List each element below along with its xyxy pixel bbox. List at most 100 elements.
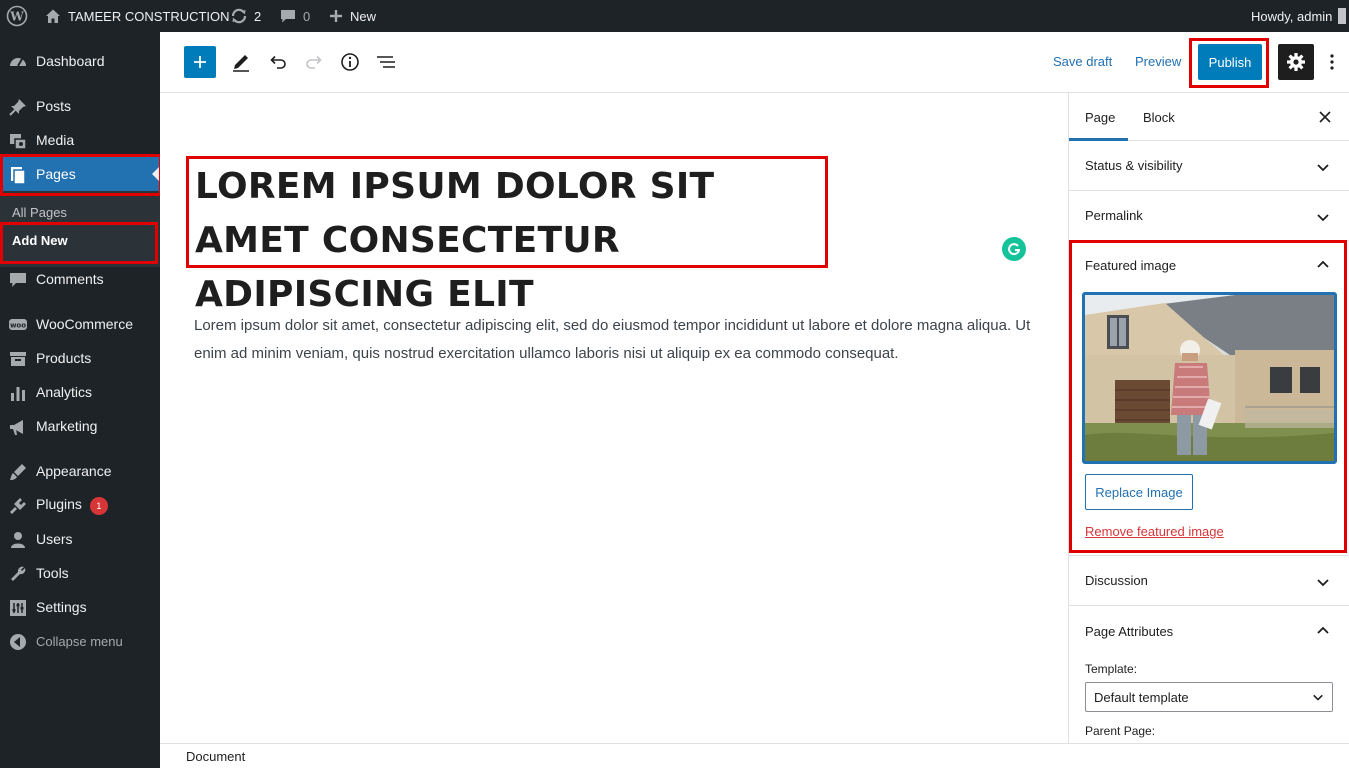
submenu-add-new[interactable]: Add New (12, 233, 68, 248)
sidebar-item-woocommerce[interactable]: woo WooCommerce (0, 307, 160, 341)
template-select-value: Default template (1094, 690, 1189, 705)
add-block-button[interactable] (184, 46, 216, 78)
dashboard-icon (10, 58, 26, 67)
replace-image-button[interactable]: Replace Image (1085, 474, 1193, 510)
grammarly-icon[interactable] (1002, 237, 1026, 261)
panel-title[interactable]: Featured image (1085, 258, 1176, 273)
template-label: Template: (1085, 662, 1138, 676)
sidebar-item-media[interactable]: Media (0, 123, 160, 157)
block-breadcrumb[interactable]: Document (186, 749, 245, 764)
current-arrow-icon (152, 166, 160, 182)
sliders-icon (10, 600, 26, 616)
sidebar-item-posts[interactable]: Posts (0, 89, 160, 123)
panel-featured-image: Featured image Replace Image Remove feat… (1069, 241, 1349, 556)
close-settings-button[interactable] (1316, 108, 1334, 126)
account-menu[interactable]: Howdy, admin (1251, 0, 1347, 32)
sidebar-item-label: Users (36, 531, 73, 547)
site-name: TAMEER CONSTRUCTION (68, 8, 230, 24)
panel-discussion[interactable]: Discussion (1069, 556, 1349, 606)
avatar (1338, 8, 1347, 24)
sidebar-item-label: Media (36, 132, 75, 148)
sidebar-item-marketing[interactable]: Marketing (0, 409, 160, 443)
sidebar-item-users[interactable]: Users (0, 522, 160, 556)
panel-title: Permalink (1085, 208, 1143, 223)
sidebar-item-appearance[interactable]: Appearance (0, 454, 160, 488)
wrench-icon (11, 566, 26, 581)
more-vertical-icon (1330, 54, 1334, 70)
new-content-link[interactable]: New (328, 0, 376, 32)
site-name-link[interactable]: TAMEER CONSTRUCTION (44, 0, 230, 32)
sidebar-item-label: Pages (36, 166, 76, 182)
plugin-icon (10, 498, 26, 514)
redo-button[interactable] (298, 46, 330, 78)
sidebar-item-comments[interactable]: Comments (0, 262, 160, 296)
chevron-down-icon (1313, 694, 1323, 701)
page-title[interactable]: LOREM IPSUM DOLOR SIT AMET CONSECTETUR A… (195, 160, 815, 322)
more-options-button[interactable] (1318, 46, 1346, 78)
plugins-update-badge: 1 (89, 496, 108, 515)
editor-canvas: LOREM IPSUM DOLOR SIT AMET CONSECTETUR A… (160, 93, 1068, 743)
publish-button[interactable]: Publish (1198, 44, 1262, 80)
pin-icon (9, 99, 26, 116)
replace-image-label: Replace Image (1095, 484, 1183, 500)
sidebar-item-analytics[interactable]: Analytics (0, 375, 160, 409)
sidebar-item-tools[interactable]: Tools (0, 556, 160, 590)
paragraph-block[interactable]: Lorem ipsum dolor sit amet, consectetur … (194, 312, 1034, 368)
comment-bubble-icon (281, 10, 295, 23)
chevron-down-icon (1317, 164, 1329, 172)
preview-button[interactable]: Preview (1135, 54, 1181, 69)
pencil-icon (233, 55, 249, 72)
comments-link[interactable]: 0 (279, 0, 310, 32)
updates-count: 2 (254, 8, 262, 24)
panel-title: Discussion (1085, 573, 1148, 588)
details-button[interactable] (334, 46, 366, 78)
save-draft-button[interactable]: Save draft (1053, 54, 1112, 69)
sidebar-item-collapse[interactable]: Collapse menu (0, 624, 160, 658)
updates-link[interactable]: 2 (230, 0, 261, 32)
home-icon (46, 9, 60, 23)
publish-label: Publish (1208, 54, 1252, 70)
panel-title: Status & visibility (1085, 158, 1183, 173)
settings-sidebar: Page Block Status & visibility Permalink… (1068, 93, 1349, 743)
sidebar-item-label: Settings (36, 599, 87, 615)
panel-title[interactable]: Page Attributes (1085, 624, 1173, 639)
wordpress-logo-icon[interactable]: W (6, 0, 28, 32)
svg-text:woo: woo (10, 322, 26, 330)
panel-status-visibility[interactable]: Status & visibility (1069, 141, 1349, 191)
chevron-up-icon[interactable] (1316, 624, 1330, 638)
featured-image-preview[interactable] (1082, 292, 1337, 464)
sidebar-item-pages[interactable]: Pages (0, 157, 160, 191)
panel-permalink[interactable]: Permalink (1069, 191, 1349, 241)
chevron-up-icon[interactable] (1316, 258, 1330, 272)
sidebar-item-settings[interactable]: Settings (0, 590, 160, 624)
updates-icon (231, 8, 247, 24)
tab-block[interactable]: Block (1128, 93, 1188, 141)
editor-header: Save draft Preview Publish (160, 32, 1349, 93)
submenu-all-pages[interactable]: All Pages (12, 205, 67, 220)
sidebar-tabs: Page Block (1069, 93, 1349, 141)
info-icon (341, 53, 359, 71)
svg-text:W: W (9, 10, 24, 24)
sidebar-item-products[interactable]: Products (0, 341, 160, 375)
template-select[interactable]: Default template (1085, 682, 1333, 712)
list-view-icon (377, 56, 395, 68)
settings-toggle-button[interactable] (1278, 44, 1314, 80)
tools-button[interactable] (225, 46, 257, 78)
tab-page[interactable]: Page (1069, 93, 1128, 141)
sidebar-item-dashboard[interactable]: Dashboard (0, 44, 160, 78)
sidebar-item-plugins[interactable]: Plugins 1 (0, 488, 160, 522)
tab-label: Block (1143, 110, 1175, 125)
comments-count: 0 (303, 8, 311, 24)
user-icon (11, 532, 25, 548)
undo-button[interactable] (262, 46, 294, 78)
redo-icon (306, 55, 322, 69)
sidebar-item-label: Posts (36, 98, 72, 114)
gear-icon (1287, 53, 1305, 71)
pages-submenu (0, 191, 160, 267)
chart-icon (11, 387, 25, 401)
archive-icon (10, 352, 26, 366)
remove-featured-image-link[interactable]: Remove featured image (1085, 524, 1224, 539)
megaphone-icon (10, 420, 23, 435)
parent-page-label: Parent Page: (1085, 724, 1156, 738)
list-view-button[interactable] (370, 46, 402, 78)
